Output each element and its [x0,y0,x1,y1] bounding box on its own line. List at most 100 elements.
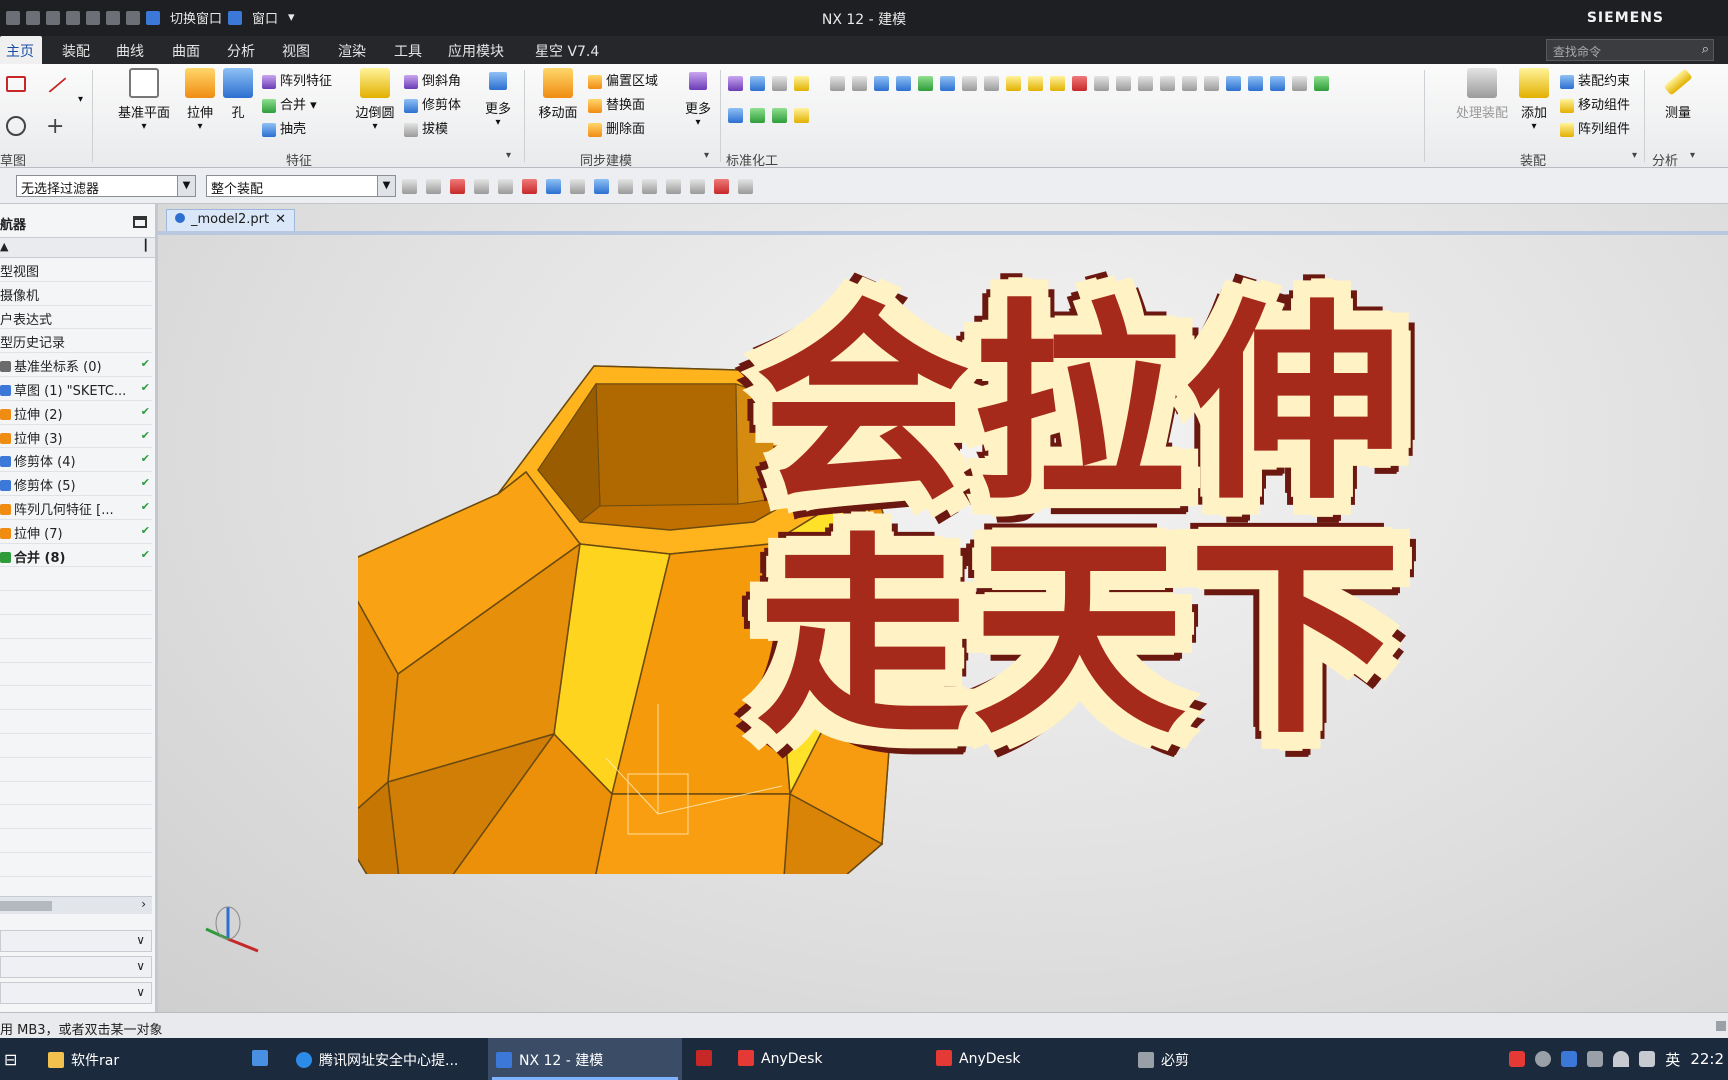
tool-icon[interactable] [728,108,743,123]
more-features-button[interactable]: 更多 ▾ [480,72,516,128]
offset-region-button[interactable]: 偏置区域 [588,70,658,89]
navigator-node[interactable]: 合并 (8) ✔ [0,544,152,568]
tab-assembly[interactable]: 装配 [62,41,90,61]
tab-view[interactable]: 视图 [282,41,310,61]
tool-icon[interactable] [594,179,609,194]
navigator-node[interactable]: 修剪体 (4) ✔ [0,448,152,473]
tool-icon[interactable] [750,76,765,91]
wifi-icon[interactable] [1613,1051,1630,1067]
circle-button[interactable] [6,116,30,136]
tool-icon[interactable] [714,179,729,194]
tool-icon[interactable] [666,179,681,194]
chamfer-button[interactable]: 倒斜角 [404,70,461,89]
measure-button[interactable]: 测量 [1656,68,1700,121]
tool-icon[interactable] [738,179,753,194]
unite-button[interactable]: 合并 ▾ [262,94,317,113]
point-button[interactable]: + [46,114,64,139]
tool-icon[interactable] [962,76,977,91]
tool-icon[interactable] [750,108,765,123]
scrollbar-thumb[interactable] [0,901,52,911]
preview-panel[interactable]: ∨ [0,956,152,978]
battery-icon[interactable] [1587,1051,1604,1067]
dependencies-panel[interactable]: ∨ [0,982,152,1004]
volume-icon[interactable] [1639,1051,1656,1067]
tool-icon[interactable] [618,179,633,194]
tool-icon[interactable] [1050,76,1065,91]
tab-analysis[interactable]: 分析 [227,41,255,61]
chevron-down-icon[interactable]: ∨ [136,933,145,947]
tool-icon[interactable] [794,108,809,123]
tab-curve[interactable]: 曲线 [116,41,144,61]
taskbar-item-anydesk-2[interactable]: AnyDesk [936,1038,1122,1080]
navigator-node[interactable]: 拉伸 (7) ✔ [0,520,152,544]
tool-icon[interactable] [474,179,489,194]
chevron-down-icon[interactable]: ∨ [136,959,145,973]
move-face-button[interactable]: 移动面 [532,68,584,121]
trim-body-button[interactable]: 修剪体 [404,94,461,113]
line-button[interactable] [43,70,70,93]
navigator-node[interactable]: 修剪体 (5) ✔ [0,472,152,496]
tool-icon[interactable] [1248,76,1263,91]
assembly-group-expand[interactable]: ▾ [1632,150,1637,161]
tab-render[interactable]: 渲染 [338,41,366,61]
ime-indicator[interactable]: 英 [1665,1049,1680,1070]
chevron-down-icon[interactable]: ▼ [177,176,195,196]
tool-icon[interactable] [1182,76,1197,91]
chevron-right-icon[interactable]: › [141,897,146,911]
resize-grip[interactable] [1716,1021,1726,1031]
move-component-button[interactable]: 移动组件 [1560,94,1630,113]
tool-icon[interactable] [830,76,845,91]
tool-icon[interactable] [1314,76,1329,91]
tool-icon[interactable] [1116,76,1131,91]
tool-icon[interactable] [794,76,809,91]
tool-icon[interactable] [1270,76,1285,91]
pattern-component-button[interactable]: 阵列组件 [1560,118,1630,137]
navigator-node[interactable]: 拉伸 (2) ✔ [0,401,152,425]
navigator-node[interactable]: 阵列几何特征 [... ✔ [0,496,152,520]
tool-icon[interactable] [940,76,955,91]
tab-home[interactable]: 主页 [0,36,42,64]
tool-icon[interactable] [1028,76,1043,91]
delete-face-button[interactable]: 删除面 [588,118,645,137]
draft-button[interactable]: 拔模 [404,118,448,137]
extrude-button[interactable]: 拉伸 ▾ [180,68,220,132]
tool-icon[interactable] [918,76,933,91]
assembly-constraint-button[interactable]: 装配约束 [1560,70,1630,89]
taskbar-item-bijian[interactable]: 必剪 [1138,1038,1288,1080]
task-view-button[interactable]: ⊟ [4,1038,44,1080]
tool-icon[interactable] [1006,76,1021,91]
tool-icon[interactable] [426,179,441,194]
tool-icon[interactable] [642,179,657,194]
tool-icon[interactable] [874,76,889,91]
bluetooth-icon[interactable] [1561,1051,1578,1067]
tool-icon[interactable] [690,179,705,194]
maximize-icon[interactable] [133,216,147,228]
tab-tools[interactable]: 工具 [394,41,422,61]
tool-icon[interactable] [728,76,743,91]
tool-icon[interactable] [546,179,561,194]
tool-icon[interactable] [450,179,465,194]
taskbar-item-nx[interactable]: NX 12 - 建模 [488,1038,682,1080]
tool-icon[interactable] [772,76,787,91]
navigator-node[interactable]: 摄像机 [0,282,152,306]
tool-icon[interactable] [570,179,585,194]
search-icon[interactable]: ⌕ [1702,42,1709,57]
tool-icon[interactable] [984,76,999,91]
rectangle-button[interactable] [6,76,30,92]
details-panel[interactable]: ∨ [0,930,152,952]
sketch-gallery-expand[interactable]: ▾ [78,94,83,105]
navigator-node[interactable]: 型历史记录 [0,329,152,354]
close-icon[interactable]: ✕ [275,212,286,227]
edge-blend-button[interactable]: 边倒圆 ▾ [350,68,400,132]
tool-icon[interactable] [896,76,911,91]
tool-icon[interactable] [1138,76,1153,91]
anydesk-tray-icon[interactable] [1509,1051,1526,1067]
tool-icon[interactable] [402,179,417,194]
command-search-input[interactable]: 查找命令 ⌕ [1546,39,1714,61]
datum-plane-button[interactable]: 基准平面 ▾ [112,68,176,132]
taskbar-item-anydesk-1[interactable]: AnyDesk [738,1038,924,1080]
sync-icon[interactable] [1535,1051,1552,1067]
sort-ascending-icon[interactable]: ▲ [0,240,8,253]
tool-icon[interactable] [772,108,787,123]
navigator-node[interactable]: 基准坐标系 (0) ✔ [0,353,152,377]
